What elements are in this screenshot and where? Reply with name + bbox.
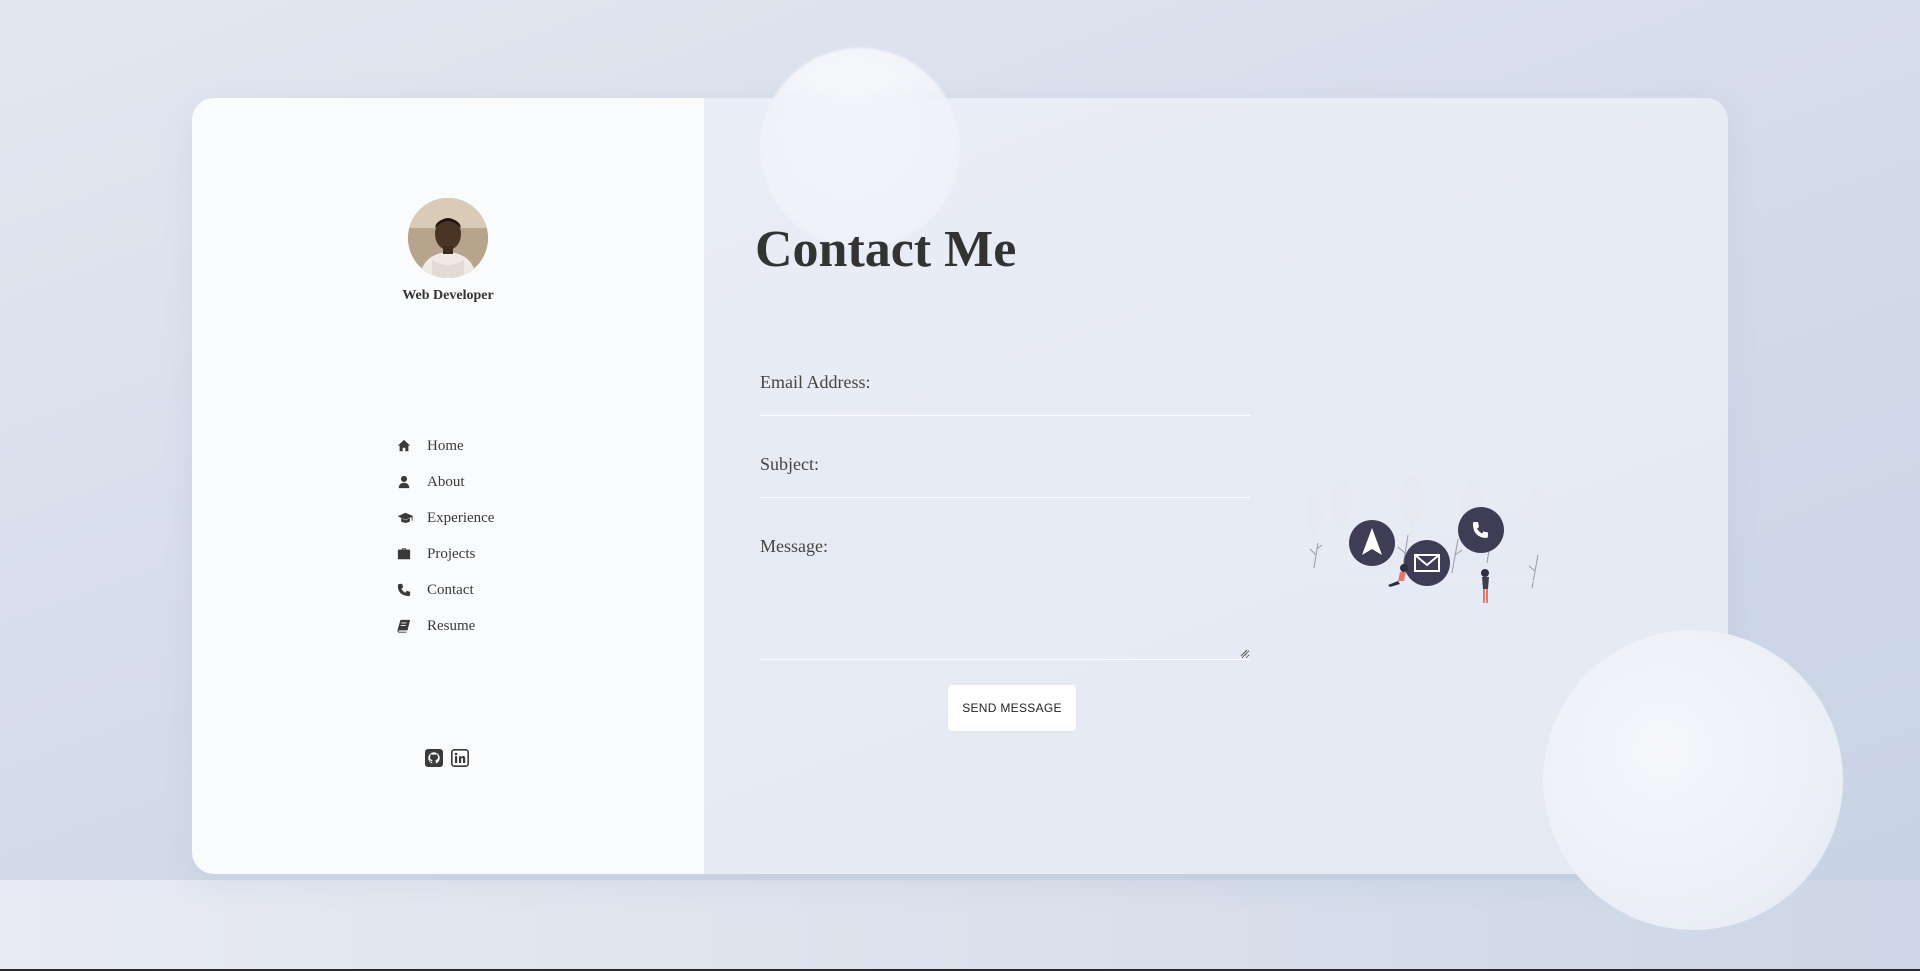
sidebar-item-label: Contact xyxy=(427,581,474,598)
message-field[interactable] xyxy=(760,498,1250,659)
contact-form: Email Address: Subject: Message: xyxy=(760,360,1250,660)
sidebar-item-about[interactable]: About xyxy=(397,464,494,500)
sidebar-item-resume[interactable]: Resume xyxy=(397,608,494,644)
sidebar-item-home[interactable]: Home xyxy=(397,428,494,464)
sidebar-item-projects[interactable]: Projects xyxy=(397,536,494,572)
decorative-circle-bottom xyxy=(1543,630,1843,930)
linkedin-icon[interactable] xyxy=(451,749,469,767)
sidebar-item-label: Home xyxy=(427,437,464,454)
profile-role: Web Developer xyxy=(402,288,494,303)
briefcase-icon xyxy=(397,547,427,561)
book-icon xyxy=(397,619,427,633)
subject-field[interactable] xyxy=(760,416,1250,497)
contact-illustration xyxy=(1302,473,1552,623)
social-links xyxy=(425,749,469,767)
main-card: Web Developer Home About Experience Proj… xyxy=(192,98,1728,874)
home-icon xyxy=(397,439,427,453)
send-message-button[interactable]: SEND MESSAGE xyxy=(948,685,1076,731)
sidebar-item-label: Projects xyxy=(427,545,476,562)
avatar xyxy=(408,198,488,278)
user-icon xyxy=(397,475,427,489)
sidebar-item-experience[interactable]: Experience xyxy=(397,500,494,536)
sidebar-item-contact[interactable]: Contact xyxy=(397,572,494,608)
github-icon[interactable] xyxy=(425,749,443,767)
subject-field-wrapper: Subject: xyxy=(760,416,1250,498)
message-field-wrapper: Message: xyxy=(760,498,1250,660)
sidebar-item-label: Resume xyxy=(427,617,476,634)
sidebar-nav: Home About Experience Projects Contact R… xyxy=(397,428,494,644)
sidebar: Web Developer Home About Experience Proj… xyxy=(192,98,704,874)
page-title: Contact Me xyxy=(755,221,1017,278)
resize-grip-icon[interactable] xyxy=(1240,649,1248,657)
sidebar-item-label: About xyxy=(427,473,465,490)
sidebar-item-label: Experience xyxy=(427,509,495,526)
email-field-wrapper: Email Address: xyxy=(760,360,1250,416)
email-field[interactable] xyxy=(760,360,1250,415)
phone-icon xyxy=(397,583,427,597)
graduation-cap-icon xyxy=(397,511,427,525)
